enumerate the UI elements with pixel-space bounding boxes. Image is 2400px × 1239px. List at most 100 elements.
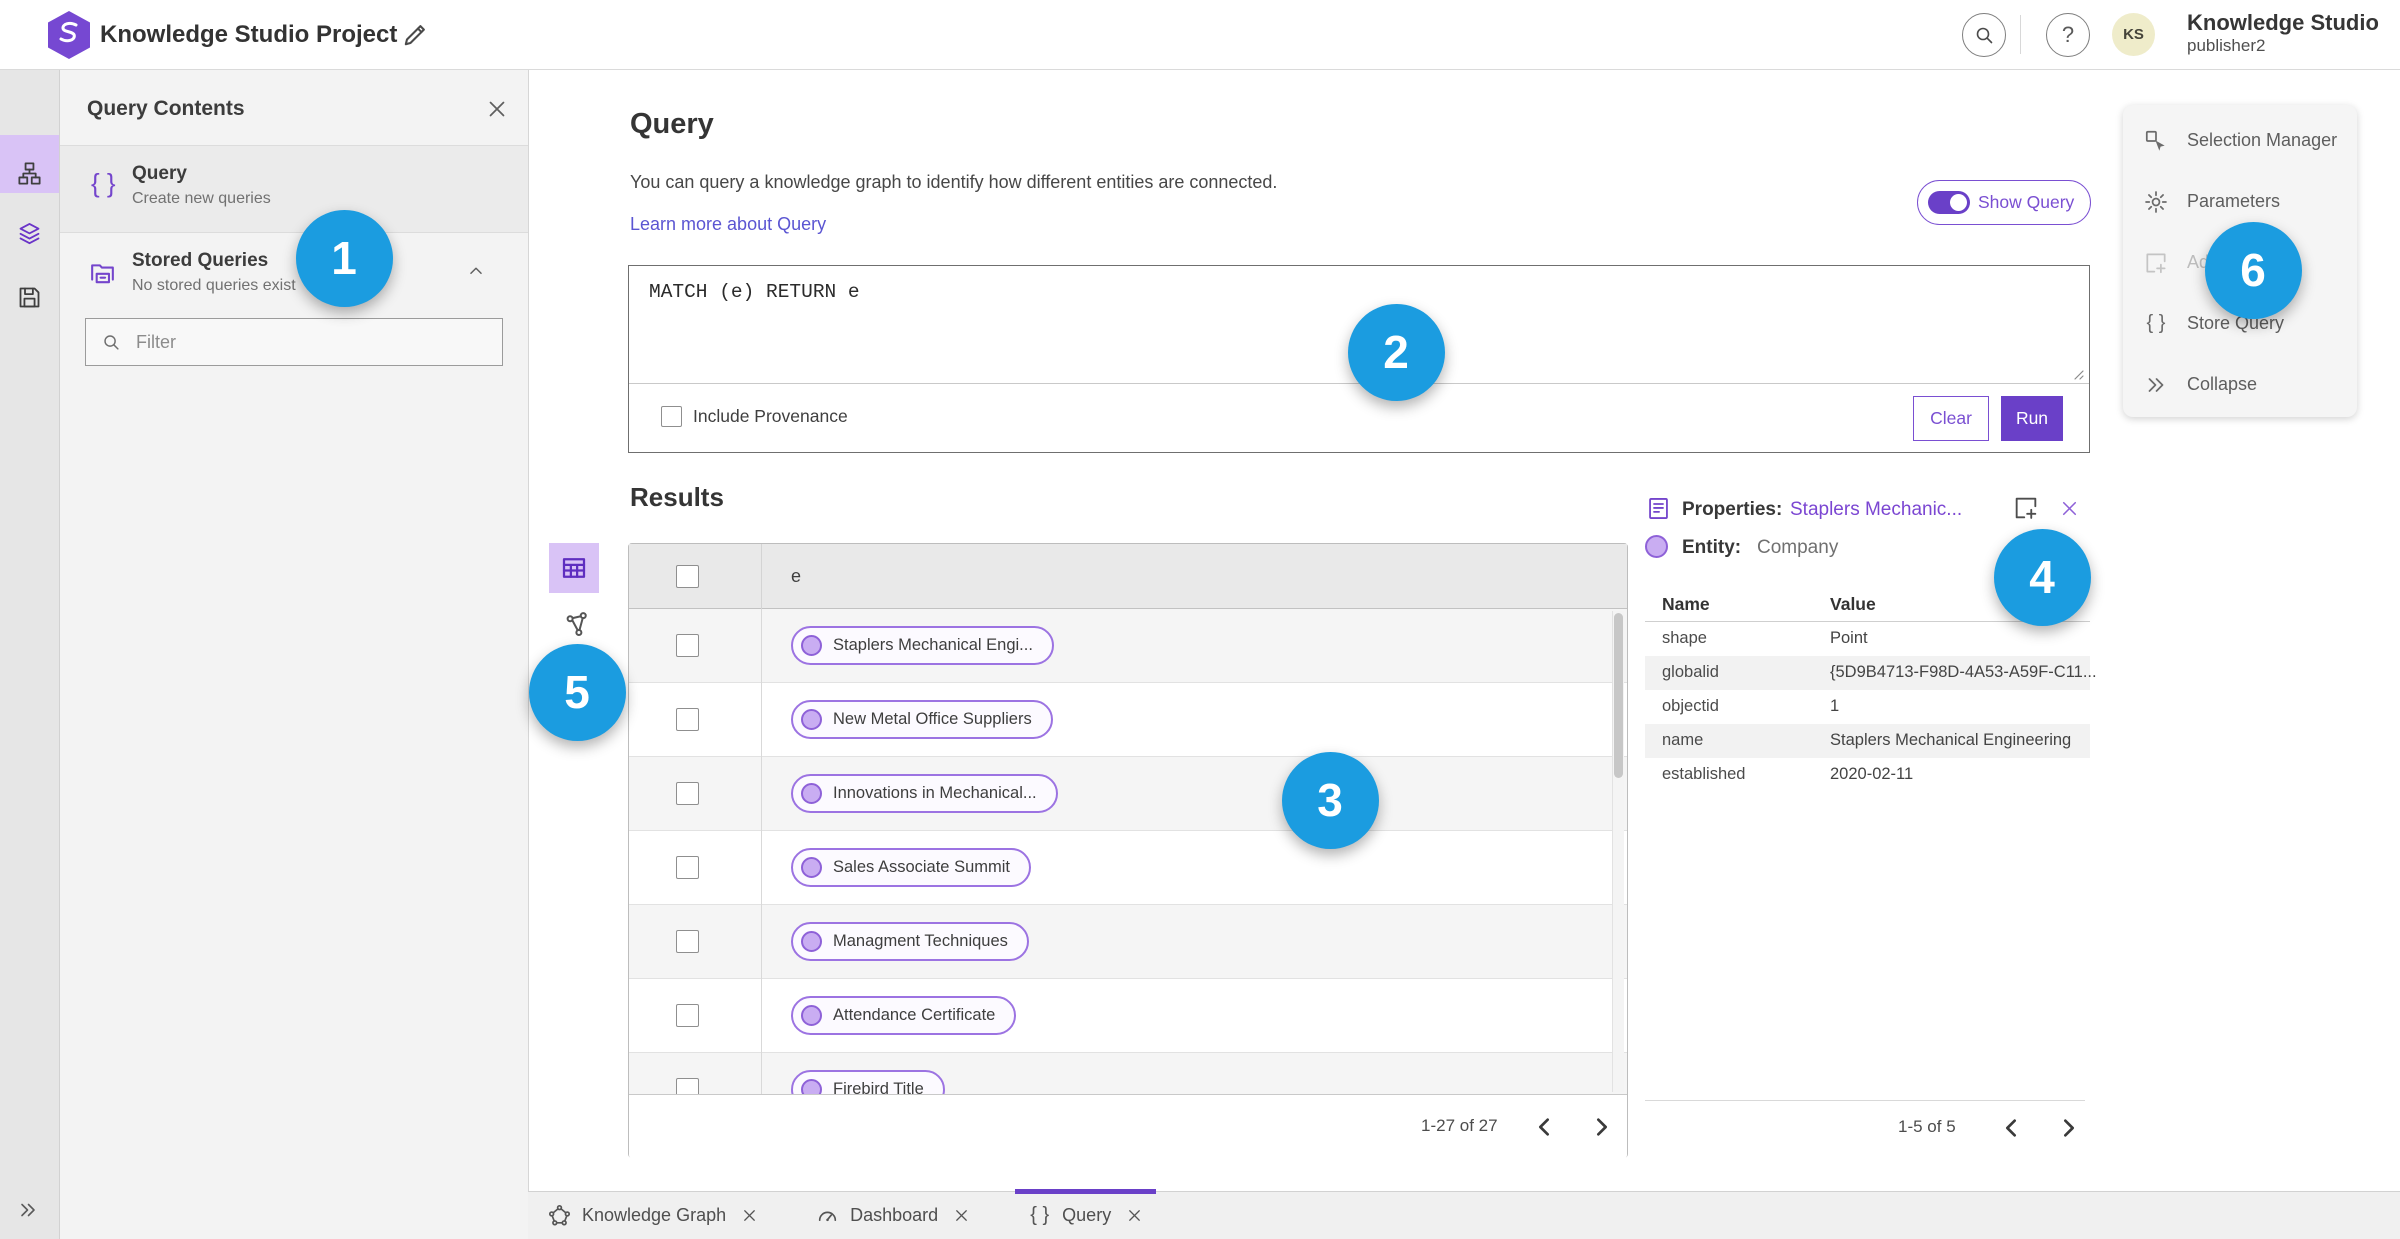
filter-input[interactable] <box>134 330 468 354</box>
callout-badge-4: 4 <box>1993 528 2091 626</box>
active-tab-indicator <box>1015 1188 1157 1194</box>
knowledge-graph-icon <box>547 1203 572 1228</box>
entity-chip-label: Sales Associate Summit <box>833 858 1010 876</box>
page-previous-icon[interactable] <box>1529 1111 1561 1143</box>
tool-item-label: Selection Manager <box>2187 130 2338 150</box>
entity-chip-staplers-mechanical-engi[interactable]: Staplers Mechanical Engi... <box>791 626 1054 665</box>
help-button[interactable]: ? <box>2046 13 2090 57</box>
data-model-icon[interactable] <box>16 160 43 187</box>
page-next-icon[interactable] <box>1585 1111 1617 1143</box>
tab-knowledge-graph[interactable]: Knowledge Graph <box>543 1192 763 1239</box>
tab-label: Knowledge Graph <box>582 1205 727 1225</box>
braces-icon: { } <box>1030 1204 1050 1226</box>
tool-item-collapse[interactable]: Collapse <box>2123 354 2357 415</box>
resize-handle[interactable] <box>2070 366 2084 380</box>
braces-icon: { } <box>2146 312 2166 334</box>
search-icon <box>1972 23 1996 47</box>
entity-chip-label: New Metal Office Suppliers <box>833 710 1032 728</box>
braces-icon: { } <box>91 168 116 198</box>
table-row: Firebird Title <box>629 1053 1627 1094</box>
add-new-icon <box>2143 250 2169 276</box>
column-divider <box>761 757 762 831</box>
select-all-checkbox[interactable] <box>676 565 699 588</box>
expand-rail-double-chevron-icon[interactable] <box>16 1198 40 1222</box>
double-chevron-right-icon <box>2143 372 2169 398</box>
entity-chip-sales-associate-summit[interactable]: Sales Associate Summit <box>791 848 1031 887</box>
tab-query[interactable]: { } Query <box>1015 1188 1157 1239</box>
chevron-up-icon[interactable] <box>465 260 487 282</box>
properties-close-icon[interactable] <box>2058 497 2081 520</box>
stored-queries-subtitle: No stored queries exist <box>132 277 296 294</box>
table-icon <box>559 553 589 583</box>
clear-button[interactable]: Clear <box>1913 396 1989 441</box>
tab-label: Dashboard <box>850 1205 939 1225</box>
avatar[interactable]: KS <box>2112 13 2155 56</box>
column-divider <box>761 609 762 683</box>
page-title: Query <box>630 108 714 140</box>
property-name: shape <box>1662 629 1707 647</box>
entity-dot-icon <box>801 931 822 952</box>
row-checkbox[interactable] <box>676 930 699 953</box>
properties-card-icon <box>1645 495 1672 522</box>
panel-close-icon[interactable] <box>484 96 510 122</box>
row-checkbox[interactable] <box>676 1004 699 1027</box>
save-icon[interactable] <box>16 284 43 311</box>
add-to-new-icon[interactable] <box>2012 494 2040 522</box>
props-page-next-icon[interactable] <box>2052 1112 2084 1144</box>
user-name: Knowledge Studio <box>2187 10 2379 35</box>
left-icon-rail <box>0 69 60 1239</box>
scrollbar-thumb[interactable] <box>1614 613 1623 778</box>
property-row-name: name Staplers Mechanical Engineering <box>1645 724 2090 758</box>
property-value: Point <box>1830 629 1868 647</box>
tab-dashboard[interactable]: Dashboard <box>811 1192 975 1239</box>
callout-badge-5: 5 <box>528 643 626 741</box>
row-checkbox[interactable] <box>676 1078 699 1094</box>
app-logo-icon[interactable] <box>45 9 93 61</box>
props-page-previous-icon[interactable] <box>1996 1112 2028 1144</box>
tab-label: Query <box>1062 1205 1112 1225</box>
link-chart-view-icon[interactable] <box>562 610 592 640</box>
stored-queries-filter[interactable] <box>85 318 503 366</box>
tab-close-icon[interactable] <box>740 1206 759 1225</box>
column-header-e: e <box>791 566 802 586</box>
entity-dot-icon <box>801 857 822 878</box>
entity-chip-innovations-in-mechanical[interactable]: Innovations in Mechanical... <box>791 774 1058 813</box>
properties-title-label: Properties: <box>1682 499 1783 520</box>
row-checkbox[interactable] <box>676 856 699 879</box>
tab-close-icon[interactable] <box>952 1206 971 1225</box>
layers-icon[interactable] <box>16 220 43 247</box>
search-button[interactable] <box>1962 13 2006 57</box>
show-query-toggle[interactable]: Show Query <box>1917 180 2092 225</box>
column-divider <box>761 683 762 757</box>
include-provenance-checkbox[interactable] <box>661 406 682 427</box>
project-title: Knowledge Studio Project <box>100 21 398 48</box>
entity-chip-firebird-title[interactable]: Firebird Title <box>791 1070 945 1094</box>
learn-more-link[interactable]: Learn more about Query <box>630 214 826 235</box>
edit-title-pencil-icon[interactable] <box>400 19 431 50</box>
row-checkbox[interactable] <box>676 708 699 731</box>
table-view-button[interactable] <box>549 543 599 593</box>
toggle-track <box>1928 191 1970 214</box>
dashboard-icon <box>815 1203 840 1228</box>
column-divider <box>761 1053 762 1094</box>
selection-manager-icon <box>2143 128 2169 154</box>
user-role: publisher2 <box>2187 36 2266 56</box>
table-row: Innovations in Mechanical... <box>629 757 1627 831</box>
tool-item-selection-manager[interactable]: Selection Manager <box>2123 110 2357 171</box>
sidebar-item-query[interactable]: { } Query Create new queries <box>60 146 528 232</box>
props-col-value: Value <box>1830 594 1876 614</box>
entity-chip-label: Firebird Title <box>833 1080 924 1094</box>
table-row: Managment Techniques <box>629 905 1627 979</box>
tab-close-icon[interactable] <box>1125 1206 1144 1225</box>
entity-chip-managment-techniques[interactable]: Managment Techniques <box>791 922 1029 961</box>
entity-chip-new-metal-office-suppliers[interactable]: New Metal Office Suppliers <box>791 700 1053 739</box>
query-item-subtitle: Create new queries <box>132 190 271 207</box>
user-block[interactable]: Knowledge Studio publisher2 <box>2187 10 2379 56</box>
properties-entity-link[interactable]: Staplers Mechanic... <box>1790 499 1962 521</box>
run-button[interactable]: Run <box>2001 396 2063 441</box>
entity-chip-attendance-certificate[interactable]: Attendance Certificate <box>791 996 1017 1035</box>
row-checkbox[interactable] <box>676 634 699 657</box>
sidebar-item-stored-queries[interactable]: Stored Queries No stored queries exist <box>60 238 528 318</box>
properties-table-body: shape Point globalid {5D9B4713-F98D-4A53-A5… <box>1645 622 2097 792</box>
row-checkbox[interactable] <box>676 782 699 805</box>
